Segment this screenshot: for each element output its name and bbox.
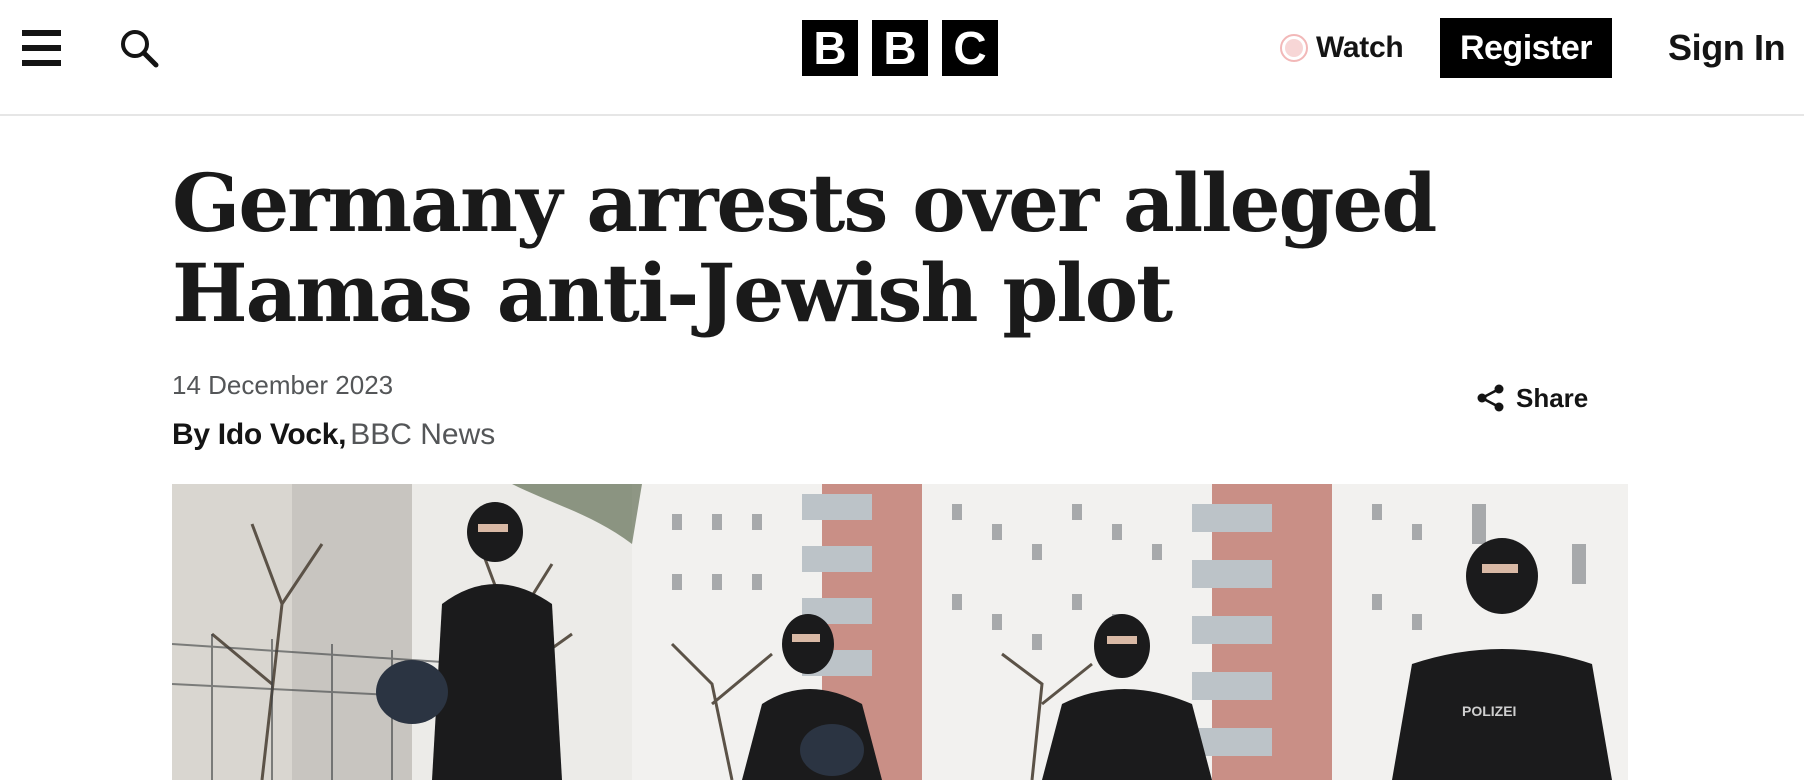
logo-block-b2: B <box>872 20 928 76</box>
byline: By Ido Vock, BBC News <box>172 418 495 452</box>
logo-block-b1: B <box>802 20 858 76</box>
share-button[interactable]: Share <box>1476 380 1588 416</box>
sign-in-link[interactable]: Sign In <box>1668 24 1786 72</box>
watch-label: Watch <box>1316 31 1404 64</box>
hero-image: POLIZEI <box>172 484 1628 780</box>
hamburger-menu-icon[interactable] <box>22 28 62 68</box>
author-name[interactable]: By Ido Vock, <box>172 418 347 451</box>
site-header: B B C Watch Register Sign In <box>0 0 1804 116</box>
police-patch-text: POLIZEI <box>1462 703 1516 719</box>
logo-block-c: C <box>942 20 998 76</box>
register-button[interactable]: Register <box>1440 18 1612 78</box>
article-headline: Germany arrests over alleged Hamas anti-… <box>172 156 1437 340</box>
article-date: 14 December 2023 <box>172 370 394 400</box>
watch-link[interactable]: Watch <box>1280 28 1404 68</box>
search-icon[interactable] <box>118 27 160 69</box>
share-label: Share <box>1516 382 1589 413</box>
live-dot-icon <box>1280 34 1308 62</box>
bbc-logo[interactable]: B B C <box>802 20 998 76</box>
share-icon <box>1477 384 1504 412</box>
author-organization: BBC News <box>350 418 496 451</box>
